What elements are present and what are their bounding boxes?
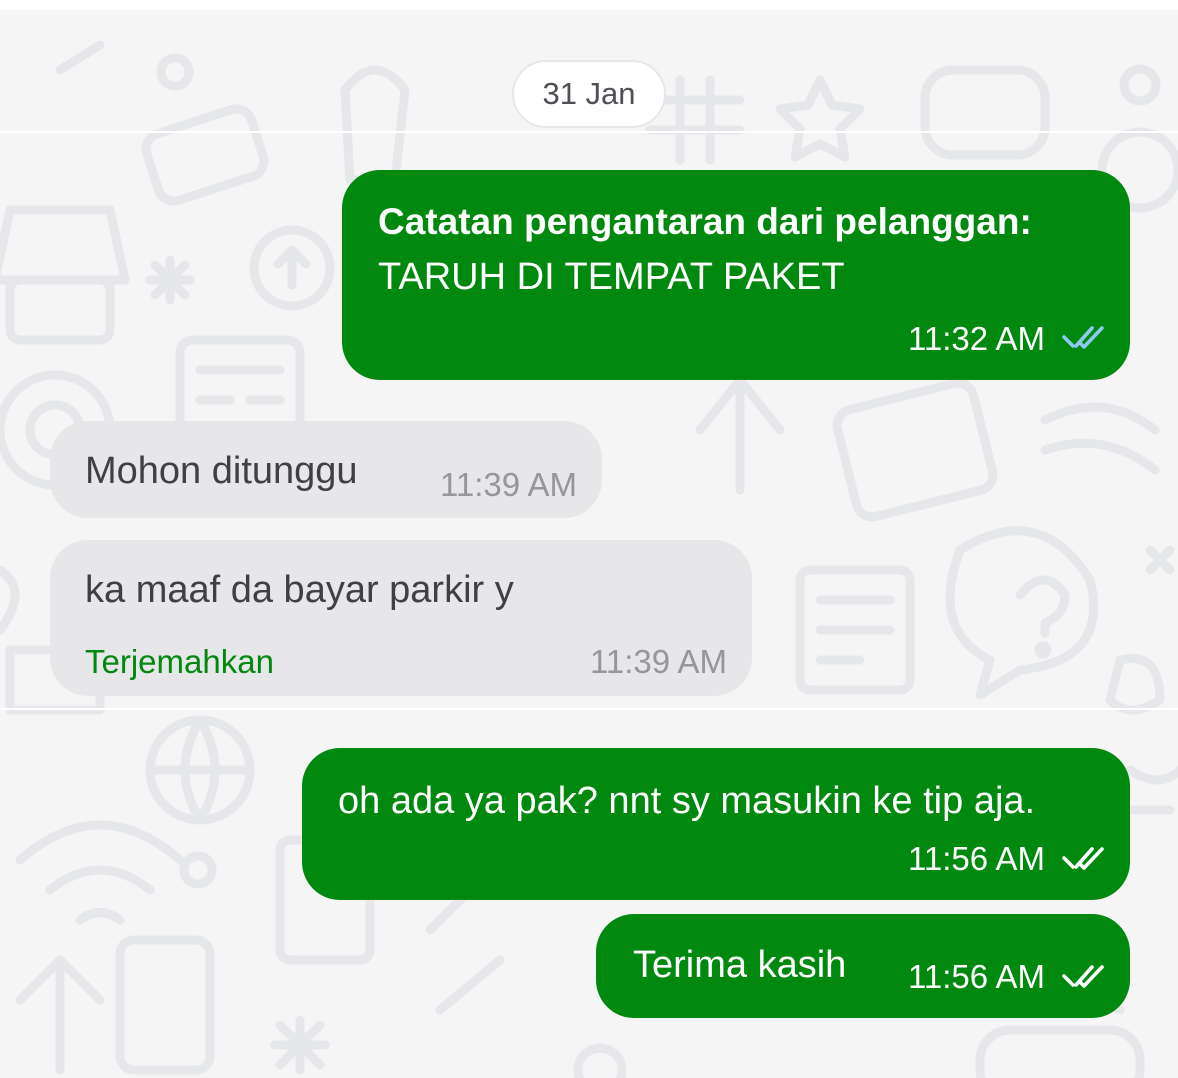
message-time: 11:32 AM (908, 320, 1045, 357)
message-text: Mohon ditunggu (85, 450, 358, 492)
incoming-message-bubble[interactable]: Mohon ditunggu 11:39 AM (50, 421, 602, 518)
outgoing-message-bubble[interactable]: Terima kasih 11:56 AM (596, 914, 1130, 1018)
chat-divider-top (0, 131, 1178, 133)
message-time: 11:39 AM (440, 466, 577, 503)
double-check-icon (1062, 846, 1106, 872)
message-text: Terima kasih (633, 944, 847, 986)
double-check-icon (1062, 325, 1106, 351)
chat-divider-middle (0, 708, 1178, 710)
message-text: oh ada ya pak? nnt sy masukin ke tip aja… (338, 780, 1036, 822)
message-text: ka maaf da bayar parkir y (85, 569, 514, 611)
translate-link[interactable]: Terjemahkan (85, 643, 274, 681)
double-check-icon (1062, 964, 1106, 990)
message-text: TARUH DI TEMPAT PAKET (378, 256, 845, 298)
message-time: 11:39 AM (590, 643, 727, 680)
date-separator-label: 31 Jan (542, 76, 636, 111)
message-time: 11:56 AM (908, 840, 1045, 877)
outgoing-message-bubble[interactable]: Catatan pengantaran dari pelanggan: TARU… (342, 170, 1130, 380)
outgoing-message-bubble[interactable]: oh ada ya pak? nnt sy masukin ke tip aja… (302, 748, 1130, 900)
message-time: 11:56 AM (908, 958, 1045, 995)
message-title: Catatan pengantaran dari pelanggan: (378, 201, 1032, 242)
incoming-message-bubble[interactable]: ka maaf da bayar parkir y Terjemahkan 11… (50, 540, 752, 696)
date-separator: 31 Jan (512, 60, 666, 128)
